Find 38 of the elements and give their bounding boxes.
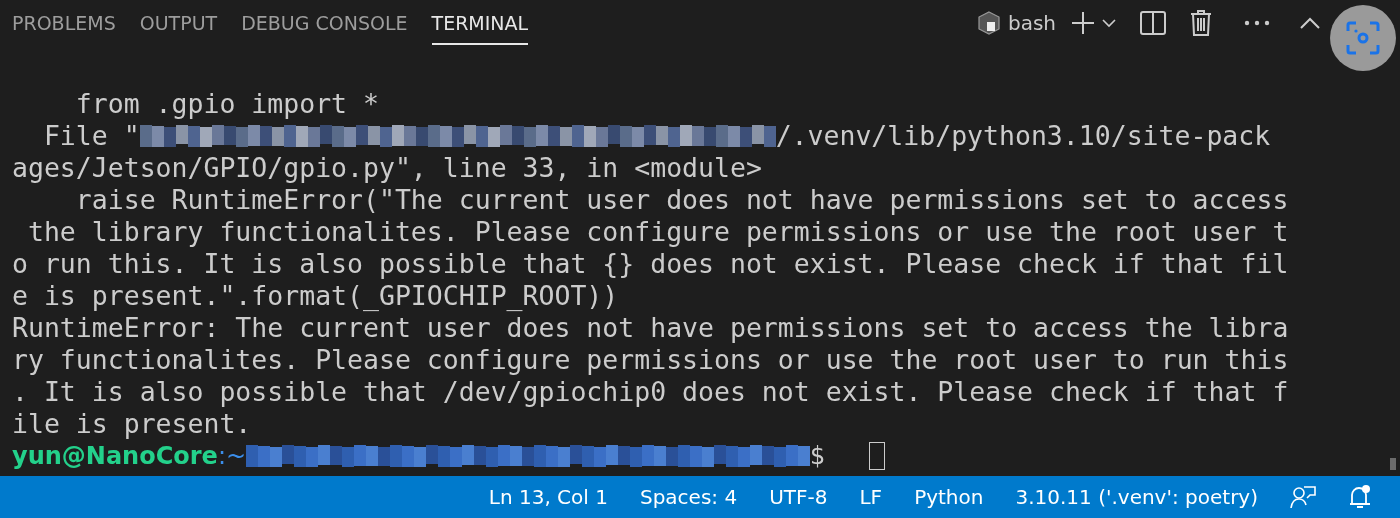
terminal-cursor — [869, 442, 886, 470]
terminal-text: from .gpio import * — [74, 88, 379, 120]
plus-icon[interactable] — [1070, 9, 1096, 36]
status-item[interactable]: Ln 13, Col 1 — [488, 485, 608, 509]
trash-icon[interactable] — [1190, 9, 1212, 36]
panel-tab[interactable]: TERMINAL — [431, 0, 529, 45]
cube-icon — [977, 10, 1000, 35]
split-icon[interactable] — [1140, 10, 1166, 35]
scan-icon — [1346, 21, 1380, 55]
shell-name[interactable]: bash — [1007, 10, 1056, 35]
ellipsis-icon[interactable] — [1244, 19, 1270, 26]
panel-tab[interactable]: OUTPUT — [139, 0, 218, 45]
terminal-text: e is present.".format(_GPIOCHIP_ROOT)) — [12, 280, 619, 312]
chevron-down-icon[interactable] — [1102, 17, 1116, 28]
terminal-text: the library functionalites. Please configure permissions or use the root user t — [26, 216, 1289, 248]
bell-icon[interactable] — [1348, 484, 1372, 510]
terminal-text: ages/Jetson/GPIO/gpio.py", line 33, in <module> — [12, 152, 762, 184]
prompt-user: yun@NanoCore — [12, 441, 218, 472]
scrollbar-thumb[interactable] — [1390, 458, 1396, 470]
panel-tab[interactable]: DEBUG CONSOLE — [241, 0, 408, 45]
status-item[interactable]: LF — [859, 485, 883, 509]
terminal-text: . It is also possible that /dev/gpiochip0 does not exist. Please check if that f — [12, 376, 1289, 408]
status-item[interactable]: Spaces: 4 — [639, 485, 738, 509]
prompt-symbol: $ — [810, 441, 826, 472]
status-item[interactable]: UTF-8 — [769, 485, 828, 509]
terminal-text: /.venv/lib/python3.10/site-pack — [775, 120, 1271, 152]
terminal-text: RuntimeError: The current user does not have permissions set to access the libra — [12, 312, 1289, 344]
prompt-path: :~ — [217, 441, 247, 472]
terminal-text: File " — [42, 120, 140, 152]
status-item[interactable]: 3.10.11 ('.venv': poetry) — [1015, 485, 1258, 509]
panel-tab[interactable]: PROBLEMS — [12, 0, 116, 45]
terminal-text: raise RuntimeError("The current user does not have permissions set to access — [74, 184, 1289, 216]
terminal-text: o run this. It is also possible that {} does not exist. Please check if that fil — [12, 248, 1289, 280]
chevron-up-icon[interactable] — [1300, 16, 1320, 29]
status-item[interactable]: Python — [914, 485, 984, 509]
feedback-icon[interactable] — [1290, 485, 1316, 509]
terminal-text: ile is present. — [12, 408, 252, 440]
terminal-text: ry functionalites. Please configure permissions or use the root user to run this — [12, 344, 1289, 376]
